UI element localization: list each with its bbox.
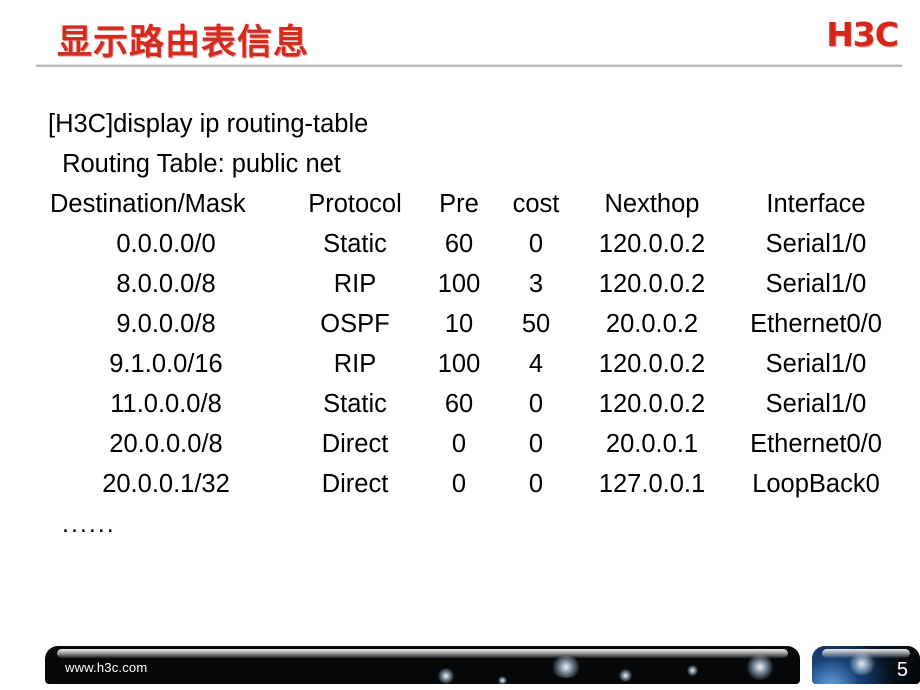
column-header-protocol: Protocol [308,190,402,218]
column-header-cost: cost [512,190,560,218]
column-header-pre: Pre [439,190,479,218]
routing-table-output: [H3C]display ip routing-table Routing Ta… [0,104,920,544]
cell-interface: Serial1/0 [765,230,867,258]
cell-pre: 0 [451,430,467,458]
footer-website-url[interactable]: www.h3c.com [65,660,147,675]
page-title: 显示路由表信息 [57,23,310,62]
cell-nexthop: 127.0.0.1 [598,470,706,498]
cell-destination: 20.0.0.0/8 [109,430,223,458]
cell-interface: Ethernet0/0 [750,430,882,458]
cell-destination: 0.0.0.0/0 [116,230,216,258]
cell-protocol: RIP [333,270,377,298]
footer-light-sparkle-icon [550,655,581,678]
cell-destination: 11.0.0.0/8 [110,390,222,418]
routing-table-header: Destination/Mask Protocol Pre cost Nexth… [42,184,902,224]
cell-nexthop: 20.0.0.1 [605,430,699,458]
cell-interface: Ethernet0/0 [750,310,882,338]
cell-protocol: Static [323,230,387,258]
routing-table-caption: Routing Table: public net [55,150,341,178]
cell-interface: Serial1/0 [765,390,867,418]
cell-protocol: Static [323,390,387,418]
cell-protocol: RIP [333,350,377,378]
column-header-nexthop: Nexthop [604,190,700,218]
footer-bar: www.h3c.com [45,646,800,684]
cell-pre: 60 [444,390,474,418]
cell-nexthop: 20.0.0.2 [605,310,699,338]
cell-cost: 0 [528,430,544,458]
table-row: 20.0.0.0/8 Direct 0 0 20.0.0.1 Ethernet0… [42,424,902,464]
routing-table: Destination/Mask Protocol Pre cost Nexth… [42,184,902,504]
footer-light-sparkle-icon [686,665,698,676]
column-header-interface: Interface [766,190,866,218]
table-row: 20.0.0.1/32 Direct 0 0 127.0.0.1 LoopBac… [42,464,902,504]
cell-nexthop: 120.0.0.2 [598,230,706,258]
cell-cost: 0 [528,390,544,418]
column-header-destination: Destination/Mask [50,190,246,218]
slide-footer: www.h3c.com 5 [0,630,920,690]
footer-light-sparkle-icon [618,668,632,682]
table-row: 9.0.0.0/8 OSPF 10 50 20.0.0.2 Ethernet0/… [42,304,902,344]
cell-cost: 0 [528,470,544,498]
page-number: 5 [896,659,908,681]
h3c-logo: H3C [826,15,899,54]
table-row: 9.1.0.0/16 RIP 100 4 120.0.0.2 Serial1/0 [42,344,902,384]
cell-nexthop: 120.0.0.2 [598,390,706,418]
cell-nexthop: 120.0.0.2 [598,270,706,298]
cell-interface: LoopBack0 [752,470,880,498]
cell-pre: 60 [444,230,474,258]
cell-cost: 3 [528,270,544,298]
page-number-badge: 5 [812,646,920,684]
command-line: [H3C]display ip routing-table [48,110,369,138]
cell-pre: 0 [451,470,467,498]
footer-gloss-highlight [57,649,788,658]
cell-pre: 10 [444,310,474,338]
cell-interface: Serial1/0 [765,270,867,298]
cell-pre: 100 [437,350,481,378]
cell-protocol: Direct [321,430,389,458]
page-badge-gloss-highlight [822,649,910,658]
cell-cost: 4 [528,350,544,378]
table-row: 8.0.0.0/8 RIP 100 3 120.0.0.2 Serial1/0 [42,264,902,304]
table-row: 0.0.0.0/0 Static 60 0 120.0.0.2 Serial1/… [42,224,902,264]
cell-destination: 20.0.0.1/32 [102,470,230,498]
cell-pre: 100 [437,270,481,298]
cell-destination: 8.0.0.0/8 [116,270,216,298]
footer-light-sparkle-icon [498,675,507,684]
table-row: 11.0.0.0/8 Static 60 0 120.0.0.2 Serial1… [42,384,902,424]
cell-destination: 9.0.0.0/8 [116,310,216,338]
slide-header: 显示路由表信息 H3C [0,0,920,72]
truncation-ellipsis: ...... [62,510,116,538]
table-header-row: Destination/Mask Protocol Pre cost Nexth… [42,184,902,224]
footer-light-sparkle-icon [437,668,454,684]
cell-nexthop: 120.0.0.2 [598,350,706,378]
cell-protocol: OSPF [320,310,390,338]
cell-cost: 0 [528,230,544,258]
cell-cost: 50 [521,310,551,338]
cell-protocol: Direct [321,470,389,498]
cell-interface: Serial1/0 [765,350,867,378]
cell-destination: 9.1.0.0/16 [109,350,223,378]
routing-table-body: 0.0.0.0/0 Static 60 0 120.0.0.2 Serial1/… [42,224,902,504]
header-divider [36,64,902,67]
